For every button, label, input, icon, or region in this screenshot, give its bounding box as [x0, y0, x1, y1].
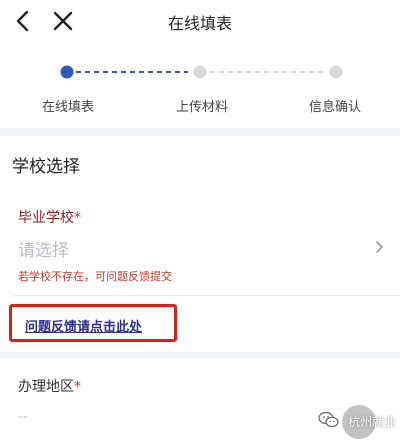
feedback-link[interactable]: 问题反馈请点击此处 [25, 316, 142, 335]
page-title: 在线填表 [167, 14, 232, 33]
school-select[interactable]: 请选择 [0, 232, 400, 264]
school-label-text: 毕业学校 [18, 210, 74, 226]
step-progress: 在线填表 上传材料 信息确认 [0, 44, 400, 128]
region-label-text: 办理地区 [18, 379, 74, 395]
watermark: 杭州就业 [318, 405, 398, 439]
divider [14, 295, 400, 296]
watermark-text: 杭州就业 [348, 415, 397, 429]
step-dot-3 [329, 65, 343, 79]
required-mark-2: * [74, 379, 81, 395]
required-mark: * [74, 210, 81, 226]
step-track [60, 65, 343, 79]
chevron-right-icon [376, 241, 383, 253]
top-bar: 在线填表 [0, 0, 400, 44]
section-title: 学校选择 [12, 157, 80, 177]
region-select-value[interactable]: -- [18, 409, 28, 425]
step-dot-2 [193, 65, 207, 79]
section-separator [0, 128, 400, 136]
feedback-highlight: 问题反馈请点击此处 [9, 304, 177, 342]
section-separator-2 [0, 352, 400, 358]
step-label-fill-form: 在线填表 [42, 100, 95, 115]
step-label-confirm: 信息确认 [309, 100, 362, 115]
school-field-label: 毕业学校* [18, 207, 81, 227]
step-dot-1 [60, 65, 74, 79]
region-field-label: 办理地区* [18, 376, 81, 396]
step-label-upload: 上传材料 [176, 100, 229, 115]
school-hint: 若学校不存在，可问题反馈提交 [18, 270, 172, 283]
wechat-icon [318, 411, 339, 428]
school-select-placeholder: 请选择 [18, 241, 69, 261]
